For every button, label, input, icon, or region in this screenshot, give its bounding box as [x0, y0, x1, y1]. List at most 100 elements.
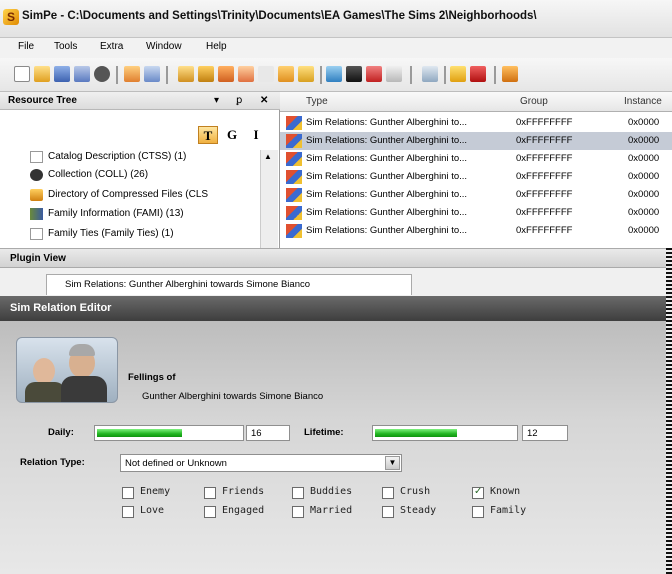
table-row[interactable]: Sim Relations: Gunther Alberghini to... 0…	[280, 132, 672, 150]
plugin-view-header: Plugin View	[0, 248, 672, 268]
menu-window[interactable]: Window	[146, 41, 182, 52]
menu-file[interactable]: File	[18, 41, 34, 52]
table-row[interactable]: Sim Relations: Gunther Alberghini to... 0…	[280, 150, 672, 168]
sim-relations-icon	[286, 224, 302, 238]
toolbar-separator	[494, 66, 496, 84]
relation-type-label: Relation Type:	[20, 457, 85, 468]
relation-type-value: Not defined or Unknown	[125, 458, 227, 469]
close-file-icon[interactable]	[94, 66, 110, 82]
plugin-icon[interactable]	[218, 66, 234, 82]
checkbox-steady[interactable]	[382, 506, 394, 518]
daily-label: Daily:	[48, 427, 74, 438]
table-row[interactable]: Sim Relations: Gunther Alberghini to... 0…	[280, 204, 672, 222]
table-row[interactable]: Sim Relations: Gunther Alberghini to... 0…	[280, 114, 672, 132]
export-icon[interactable]	[278, 66, 294, 82]
import-icon[interactable]	[298, 66, 314, 82]
star-icon[interactable]	[450, 66, 466, 82]
options-icon[interactable]	[502, 66, 518, 82]
sims-portrait-image	[16, 337, 118, 403]
cell-type: Sim Relations: Gunther Alberghini to...	[306, 135, 468, 146]
table-row[interactable]: Sim Relations: Gunther Alberghini to... 0…	[280, 222, 672, 240]
pin-icon[interactable]: ꝑ	[236, 95, 242, 106]
cell-instance: 0x0000	[628, 225, 660, 236]
plugin-tab-strip: Sim Relations: Gunther Alberghini toward…	[0, 268, 672, 296]
neighborhood-icon[interactable]	[124, 66, 140, 82]
refresh-icon[interactable]	[326, 66, 342, 82]
checkbox-label-friends: Friends	[222, 486, 265, 497]
catalog-icon	[30, 151, 43, 163]
menu-help[interactable]: Help	[206, 41, 227, 52]
checkbox-enemy[interactable]	[122, 487, 134, 499]
sim-body	[61, 376, 107, 402]
checkbox-label-love: Love	[140, 505, 165, 516]
lifetime-progress-bar[interactable]	[372, 425, 518, 441]
checkbox-known[interactable]	[472, 486, 484, 499]
simpe-app-icon: S	[3, 9, 19, 25]
stop-icon[interactable]	[470, 66, 486, 82]
cell-type: Sim Relations: Gunther Alberghini to...	[306, 225, 468, 236]
feelings-subject: Gunther Alberghini towards Simone Bianco	[142, 391, 324, 402]
resource-list-panel: Type Group Instance Sim Relations: Gunth…	[280, 92, 672, 248]
close-icon[interactable]: ✕	[260, 95, 268, 106]
open-folder-icon[interactable]	[34, 66, 50, 82]
checkbox-label-engaged: Engaged	[222, 505, 265, 516]
column-group[interactable]: Group	[520, 96, 548, 107]
daily-value-field[interactable]: 16	[246, 425, 290, 441]
checkbox-buddies[interactable]	[292, 487, 304, 499]
clear-icon[interactable]	[386, 66, 402, 82]
package-icon[interactable]	[198, 66, 214, 82]
hex-icon[interactable]	[346, 66, 362, 82]
find-icon[interactable]	[422, 66, 438, 82]
cell-instance: 0x0000	[628, 135, 660, 146]
tree-item-collection[interactable]: Collection (COLL) (26)	[30, 167, 148, 183]
tree-item-family-ties[interactable]: Family Ties (Family Ties) (1)	[30, 226, 174, 242]
collection-icon	[30, 169, 43, 181]
view-instance-button[interactable]: I	[246, 126, 266, 144]
tree-item-directory-compressed[interactable]: Directory of Compressed Files (CLS	[30, 187, 209, 203]
view-type-button[interactable]: T	[198, 126, 218, 144]
panel-edge	[666, 248, 672, 574]
sim-hair	[69, 344, 95, 356]
scroll-up-icon[interactable]: ▲	[264, 152, 272, 161]
lifetime-value-field[interactable]: 12	[522, 425, 568, 441]
relation-type-select[interactable]: Not defined or Unknown ▼	[120, 454, 402, 472]
checkbox-friends[interactable]	[204, 487, 216, 499]
tree-item-family-information[interactable]: Family Information (FAMI) (13)	[30, 206, 184, 222]
sim-relations-icon	[286, 134, 302, 148]
menu-extra[interactable]: Extra	[100, 41, 123, 52]
checkbox-love[interactable]	[122, 506, 134, 518]
column-instance[interactable]: Instance	[624, 96, 662, 107]
dropdown-arrow-icon[interactable]: ▾	[214, 95, 219, 106]
toolbar-separator	[116, 66, 118, 84]
search-icon[interactable]	[144, 66, 160, 82]
cell-instance: 0x0000	[628, 153, 660, 164]
new-file-icon[interactable]	[14, 66, 30, 82]
column-type[interactable]: Type	[306, 96, 328, 107]
cell-group: 0xFFFFFFFF	[516, 117, 573, 128]
checkbox-crush[interactable]	[382, 487, 394, 499]
save-as-icon[interactable]	[74, 66, 90, 82]
open-icon[interactable]	[178, 66, 194, 82]
save-icon[interactable]	[54, 66, 70, 82]
checkbox-married[interactable]	[292, 506, 304, 518]
table-row[interactable]: Sim Relations: Gunther Alberghini to... 0…	[280, 186, 672, 204]
table-row[interactable]: Sim Relations: Gunther Alberghini to... 0…	[280, 168, 672, 186]
tree-item-catalog-description[interactable]: Catalog Description (CTSS) (1)	[30, 149, 186, 165]
view-group-button[interactable]: G	[222, 126, 242, 144]
delete-icon[interactable]	[366, 66, 382, 82]
sim-relations-icon	[286, 188, 302, 202]
cell-group: 0xFFFFFFFF	[516, 153, 573, 164]
tree-item-label: Directory of Compressed Files (CLS	[48, 189, 209, 200]
daily-progress-bar[interactable]	[94, 425, 244, 441]
menu-bar: File Tools Extra Window Help	[0, 38, 672, 58]
chevron-down-icon[interactable]: ▼	[385, 456, 400, 470]
tool-icon[interactable]	[238, 66, 254, 82]
checkbox-engaged[interactable]	[204, 506, 216, 518]
checkbox-family[interactable]	[472, 506, 484, 518]
checkbox-label-crush: Crush	[400, 486, 431, 497]
plugin-tab[interactable]: Sim Relations: Gunther Alberghini toward…	[46, 274, 412, 295]
menu-tools[interactable]: Tools	[54, 41, 77, 52]
cell-group: 0xFFFFFFFF	[516, 207, 573, 218]
resource-tree-panel: Resource Tree ▾ ꝑ ✕ T G I Catalog Descri…	[0, 92, 280, 248]
tree-scrollbar[interactable]: ▲	[260, 150, 278, 248]
